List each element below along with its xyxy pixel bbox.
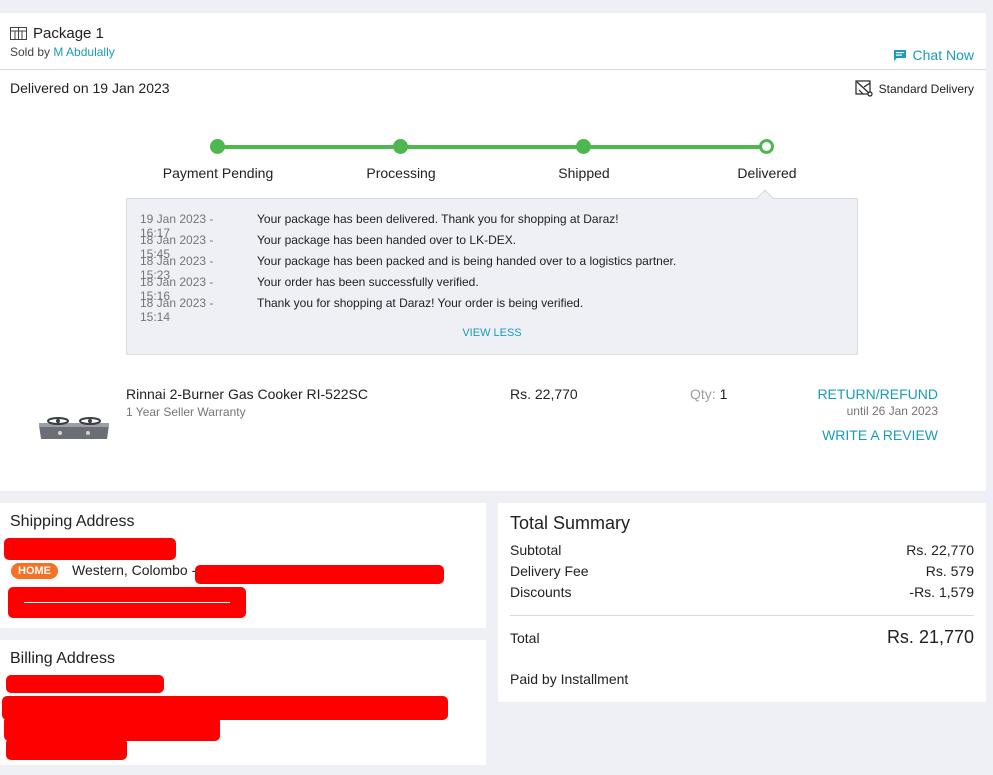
log-entry: 18 Jan 2023 - 15:14 Thank you for shoppi…	[140, 296, 583, 324]
header-divider	[0, 69, 986, 70]
return-refund-link[interactable]: RETURN/REFUND	[817, 386, 938, 402]
product-name[interactable]: Rinnai 2-Burner Gas Cooker RI-522SC	[126, 386, 368, 402]
subtotal-label: Subtotal	[510, 542, 562, 558]
package-icon	[10, 27, 27, 40]
qty-label: Qty:	[690, 386, 716, 402]
return-until: until 26 Jan 2023	[846, 404, 938, 418]
billing-address-title: Billing Address	[10, 650, 115, 667]
qty-value: 1	[719, 386, 728, 402]
discounts-label: Discounts	[510, 584, 572, 600]
log-time: 18 Jan 2023 - 15:14	[140, 296, 214, 324]
redacted-phone	[6, 738, 127, 760]
step-dot-delivered	[759, 139, 774, 154]
discounts-row: Discounts -Rs. 1,579	[510, 584, 974, 600]
delivery-fee-value: Rs. 579	[925, 563, 974, 579]
step-label-processing: Processing	[366, 165, 436, 181]
sold-by-prefix: Sold by	[10, 45, 51, 59]
view-less-link[interactable]: VIEW LESS	[127, 327, 857, 339]
product-image[interactable]	[36, 413, 112, 443]
delivered-on: Delivered on 19 Jan 2023	[10, 80, 170, 96]
redacted-address	[195, 565, 444, 584]
total-label: Total	[510, 629, 540, 646]
delivery-fee-label: Delivery Fee	[510, 563, 589, 579]
chat-now-button[interactable]: Chat Now	[893, 47, 974, 63]
step-label-payment-pending: Payment Pending	[162, 165, 274, 181]
tracking-log: 19 Jan 2023 - 16:17 Your package has bee…	[126, 189, 858, 355]
step-dot-shipped	[576, 139, 591, 154]
shipping-address-title: Shipping Address	[10, 513, 135, 530]
seller-link[interactable]: M Abdulally	[53, 45, 114, 59]
redacted-name	[4, 538, 176, 560]
step-dot-payment-pending	[210, 139, 225, 154]
payment-method: Paid by Installment	[510, 671, 629, 687]
delivery-type: Standard Delivery	[855, 80, 974, 97]
write-review-link[interactable]: WRITE A REVIEW	[822, 427, 938, 443]
step-dot-processing	[393, 139, 408, 154]
product-warranty: 1 Year Seller Warranty	[126, 405, 246, 419]
chat-icon	[893, 49, 906, 61]
delivery-type-label: Standard Delivery	[878, 81, 974, 96]
total-row: Total Rs. 21,770	[510, 627, 974, 648]
subtotal-row: Subtotal Rs. 22,770	[510, 542, 974, 558]
delivery-truck-icon	[855, 80, 873, 97]
total-summary-card: Total Summary Subtotal Rs. 22,770 Delive…	[498, 503, 986, 702]
chat-now-label: Chat Now	[912, 47, 974, 63]
shipping-address-line: Western, Colombo -	[72, 562, 197, 578]
package-title: Package 1	[33, 25, 104, 42]
redacted-name	[6, 675, 164, 693]
total-value: Rs. 21,770	[886, 627, 974, 647]
subtotal-value: Rs. 22,770	[906, 542, 974, 558]
package-header: Package 1 Sold by M Abdulally	[10, 25, 115, 59]
progress-track	[218, 145, 767, 149]
delivery-fee-row: Delivery Fee Rs. 579	[510, 563, 974, 579]
summary-divider	[510, 615, 974, 616]
product-price: Rs. 22,770	[510, 386, 578, 402]
package-card: Package 1 Sold by M Abdulally Chat Now D…	[0, 13, 986, 491]
shipping-address-card: Shipping Address HOME Western, Colombo -	[0, 503, 486, 628]
log-pointer	[756, 189, 774, 207]
step-label-delivered: Delivered	[737, 165, 797, 181]
step-label-shipped: Shipped	[558, 165, 610, 181]
billing-address-card: Billing Address	[0, 640, 486, 765]
log-message: Thank you for shopping at Daraz! Your or…	[257, 296, 584, 310]
product-qty: Qty: 1	[690, 386, 727, 402]
home-badge: HOME	[11, 563, 58, 579]
redaction-line	[24, 602, 230, 603]
discounts-value: -Rs. 1,579	[909, 584, 974, 600]
summary-title: Total Summary	[510, 513, 631, 533]
sold-by: Sold by M Abdulally	[10, 45, 115, 59]
